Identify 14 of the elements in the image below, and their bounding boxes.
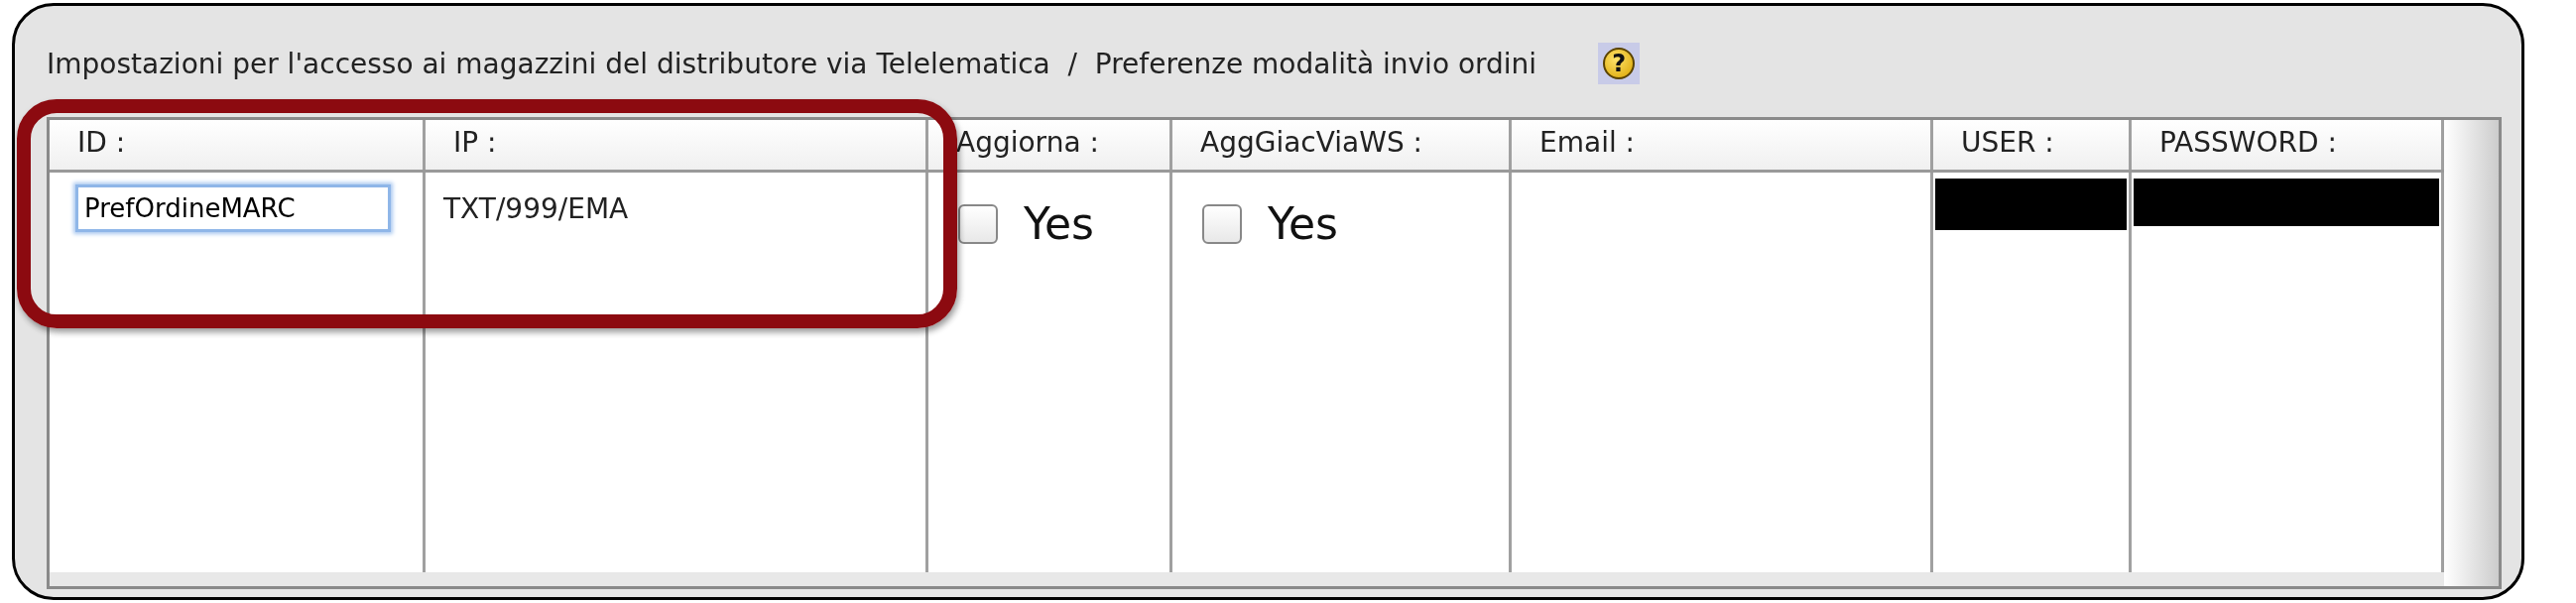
checkbox-label: Yes [1024, 198, 1095, 249]
id-field[interactable]: PrefOrdineMARC [75, 184, 391, 232]
column-header: IP : [426, 120, 928, 170]
checkbox-label: Yes [1268, 198, 1339, 249]
checkbox[interactable] [1202, 203, 1242, 244]
column-header: ID : [50, 120, 426, 170]
table-cell: TXT/999/EMA [443, 192, 629, 225]
column-header: USER : [1933, 120, 2132, 170]
column-header: Aggiorna : [928, 120, 1172, 170]
column-header: AggGiacViaWS : [1172, 120, 1512, 170]
help-button[interactable]: ? [1598, 43, 1641, 84]
checkbox[interactable] [958, 203, 998, 244]
panel-title: Impostazioni per l'accesso ai magazzini del distributore via Telelematica / Preferenze modalità invio ordini [47, 47, 1537, 80]
column-header: Email : [1512, 120, 1933, 170]
